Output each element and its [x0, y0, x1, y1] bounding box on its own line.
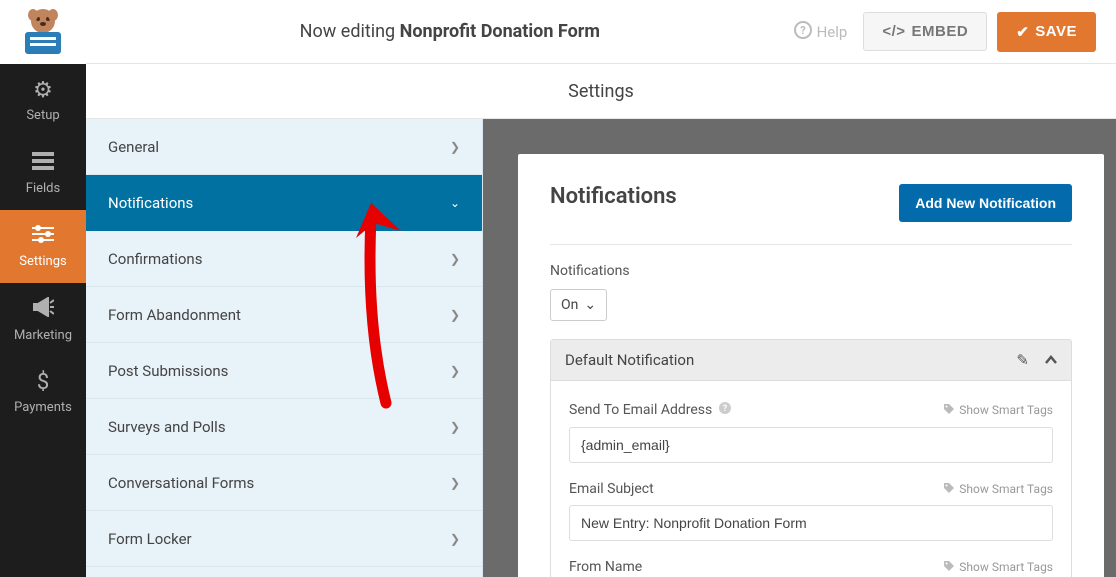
settings-nav-general[interactable]: General ❯ [86, 119, 482, 175]
settings-nav-label: Form Locker [108, 530, 192, 548]
send-to-input[interactable] [569, 427, 1053, 463]
page-title: Now editing Nonprofit Donation Form [106, 21, 794, 42]
embed-label: EMBED [912, 23, 969, 40]
add-notification-button[interactable]: Add New Notification [899, 184, 1072, 222]
show-smart-tags-link[interactable]: Show Smart Tags [943, 403, 1053, 418]
tag-icon [943, 482, 955, 497]
app-logo [0, 0, 86, 64]
nav-settings[interactable]: Settings [0, 210, 86, 283]
toggle-value: On [561, 297, 578, 313]
megaphone-icon [32, 297, 54, 323]
notification-card-header: Default Notification ✎ [551, 340, 1071, 381]
smart-tags-label: Show Smart Tags [959, 560, 1053, 574]
settings-nav-label: Surveys and Polls [108, 418, 226, 436]
chevron-right-icon: ❯ [450, 532, 460, 546]
from-name-label: From Name [569, 559, 642, 575]
nav-setup-label: Setup [26, 108, 59, 123]
settings-nav-label: Conversational Forms [108, 474, 254, 492]
nav-marketing[interactable]: Marketing [0, 283, 86, 356]
left-sidebar: ⚙ Setup Fields Settings Marketing $ Paym… [0, 0, 86, 577]
settings-nav-form-locker[interactable]: Form Locker ❯ [86, 511, 482, 567]
chevron-right-icon: ❯ [450, 476, 460, 490]
settings-nav-conversational-forms[interactable]: Conversational Forms ❯ [86, 455, 482, 511]
send-to-label: Send To Email Address [569, 402, 712, 418]
settings-nav-label: Form Abandonment [108, 306, 241, 324]
smart-tags-label: Show Smart Tags [959, 482, 1053, 496]
nav-settings-label: Settings [19, 254, 66, 269]
settings-nav-notifications[interactable]: Notifications ⌄ [86, 175, 482, 231]
show-smart-tags-link[interactable]: Show Smart Tags [943, 560, 1053, 575]
chevron-right-icon: ❯ [450, 308, 460, 322]
dollar-icon: $ [37, 370, 49, 395]
settings-content-panel: Notifications Add New Notification Notif… [518, 154, 1104, 577]
tag-icon [943, 403, 955, 418]
nav-payments[interactable]: $ Payments [0, 356, 86, 429]
help-link[interactable]: ? Help [794, 21, 848, 43]
embed-icon: </> [882, 23, 905, 40]
help-icon: ? [794, 21, 812, 43]
collapse-icon[interactable] [1045, 351, 1057, 369]
help-tooltip-icon[interactable]: ? [718, 401, 732, 419]
smart-tags-label: Show Smart Tags [959, 403, 1053, 417]
settings-nav-form-abandonment[interactable]: Form Abandonment ❯ [86, 287, 482, 343]
nav-setup[interactable]: ⚙ Setup [0, 64, 86, 137]
subject-label: Email Subject [569, 481, 654, 497]
chevron-right-icon: ❯ [450, 420, 460, 434]
sliders-icon [32, 224, 54, 249]
subheader: Settings [86, 64, 1116, 119]
check-icon: ✔ [1016, 23, 1029, 41]
gear-icon: ⚙ [33, 78, 53, 103]
embed-button[interactable]: </> EMBED [863, 12, 987, 51]
nav-payments-label: Payments [14, 400, 72, 415]
help-label: Help [817, 23, 848, 41]
settings-nav-post-submissions[interactable]: Post Submissions ❯ [86, 343, 482, 399]
settings-nav-label: Post Submissions [108, 362, 228, 380]
svg-text:?: ? [800, 24, 806, 37]
header-bar: Now editing Nonprofit Donation Form ? He… [86, 0, 1116, 64]
settings-nav-label: Confirmations [108, 250, 202, 268]
tag-icon [943, 560, 955, 575]
chevron-down-icon: ⌄ [450, 196, 460, 210]
nav-fields[interactable]: Fields [0, 137, 86, 210]
subheader-title: Settings [568, 81, 634, 102]
chevron-down-icon: ⌄ [584, 297, 596, 313]
chevron-right-icon: ❯ [450, 140, 460, 154]
settings-nav-surveys-polls[interactable]: Surveys and Polls ❯ [86, 399, 482, 455]
save-label: SAVE [1035, 23, 1077, 40]
settings-sidebar: General ❯ Notifications ⌄ Confirmations … [86, 119, 483, 577]
settings-nav-label: General [108, 138, 159, 156]
subject-input[interactable] [569, 505, 1053, 541]
panel-title: Notifications [550, 184, 677, 209]
nav-marketing-label: Marketing [14, 328, 72, 343]
svg-text:?: ? [723, 404, 728, 414]
notifications-toggle-select[interactable]: On ⌄ [550, 289, 607, 321]
nav-fields-label: Fields [26, 181, 60, 196]
settings-nav-label: Notifications [108, 194, 193, 212]
notifications-toggle-label: Notifications [550, 263, 1072, 279]
list-icon [32, 151, 54, 176]
editing-prefix: Now editing [300, 21, 400, 42]
form-name: Nonprofit Donation Form [400, 21, 600, 42]
notification-card-title: Default Notification [565, 351, 694, 369]
chevron-right-icon: ❯ [450, 364, 460, 378]
save-button[interactable]: ✔ SAVE [997, 12, 1096, 52]
settings-nav-confirmations[interactable]: Confirmations ❯ [86, 231, 482, 287]
edit-icon[interactable]: ✎ [1016, 351, 1029, 369]
show-smart-tags-link[interactable]: Show Smart Tags [943, 482, 1053, 497]
wpforms-logo-icon [13, 7, 73, 57]
notification-card: Default Notification ✎ [550, 339, 1072, 577]
chevron-right-icon: ❯ [450, 252, 460, 266]
